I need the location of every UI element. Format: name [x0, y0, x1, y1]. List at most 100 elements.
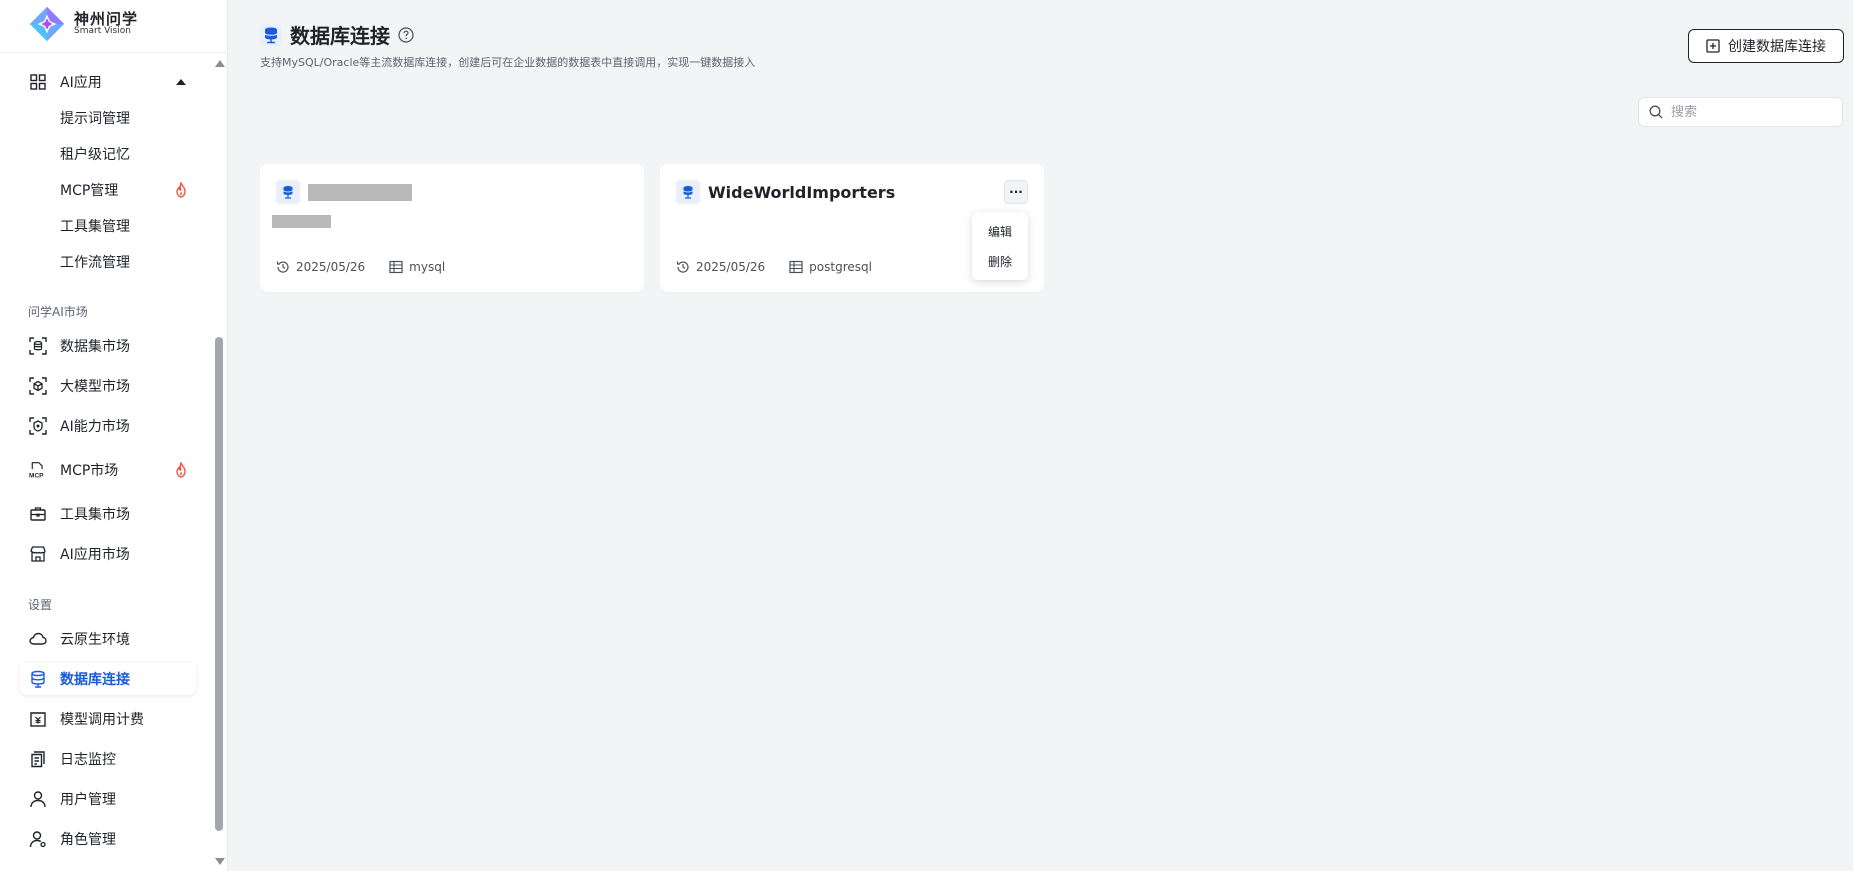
- search-box[interactable]: [1638, 97, 1843, 127]
- sidebar-subitem-memory[interactable]: 租户级记忆: [20, 138, 196, 170]
- card-date: 2025/05/26: [276, 260, 365, 274]
- sidebar-item-ai-app-market[interactable]: AI应用市场: [20, 538, 196, 570]
- sidebar-item-label: 日志监控: [60, 752, 116, 768]
- database-icon: [28, 669, 48, 689]
- database-icon: [676, 180, 700, 204]
- table-icon: [389, 260, 403, 274]
- mcp-icon: MCP: [28, 460, 48, 480]
- sidebar-item-cloud-env[interactable]: 云原生环境: [20, 623, 196, 655]
- scroll-thumb[interactable]: [215, 337, 223, 831]
- store-icon: [28, 544, 48, 564]
- plus-square-icon: [1706, 39, 1720, 53]
- billing-icon: [28, 709, 48, 729]
- sidebar-item-log-monitor[interactable]: 日志监控: [20, 743, 196, 775]
- brand-name-cn: 神州问学: [74, 9, 139, 28]
- sidebar-item-label: AI应用: [60, 75, 102, 91]
- sidebar-item-ai-ability-market[interactable]: AI能力市场: [20, 410, 196, 442]
- sidebar-item-ai-app[interactable]: AI应用: [20, 66, 196, 98]
- card-options-menu: 编辑 删除: [972, 212, 1028, 280]
- create-button-label: 创建数据库连接: [1728, 39, 1826, 55]
- dataset-icon: [28, 336, 48, 356]
- brand[interactable]: 神州问学 Smart Vision: [28, 4, 138, 44]
- sidebar-item-label: 模型调用计费: [60, 712, 144, 728]
- card-name: WideWorldImporters: [708, 182, 896, 202]
- sidebar-item-toolset-market[interactable]: 工具集市场: [20, 498, 196, 530]
- history-clock-icon: [676, 261, 689, 273]
- ellipsis-icon: ···: [1009, 185, 1023, 199]
- sidebar-item-dataset-market[interactable]: 数据集市场: [20, 330, 196, 362]
- card-db-type-text: mysql: [409, 260, 446, 274]
- sidebar-item-label: 云原生环境: [60, 632, 130, 648]
- sidebar-item-database-connection[interactable]: 数据库连接: [20, 663, 196, 695]
- fire-icon: [176, 182, 186, 198]
- cloud-icon: [28, 629, 48, 649]
- history-clock-icon: [276, 261, 289, 273]
- sidebar-item-label: AI应用市场: [60, 547, 130, 563]
- search-icon: [1649, 105, 1663, 119]
- sidebar-item-label: MCP管理: [60, 183, 119, 199]
- page-subtitle: 支持MySQL/Oracle等主流数据库连接，创建后可在企业数据的数据表中直接调…: [260, 56, 756, 69]
- card-name-redacted: [308, 183, 412, 201]
- page-title: 数据库连接: [290, 24, 390, 48]
- model-cube-icon: [28, 376, 48, 396]
- card-db-type: mysql: [389, 260, 445, 274]
- sidebar-subitem-workflow[interactable]: 工作流管理: [20, 246, 196, 278]
- brand-logo-icon: [29, 6, 65, 42]
- card-date-text: 2025/05/26: [296, 260, 366, 274]
- sidebar-item-mcp-market[interactable]: MCP MCP市场: [20, 454, 196, 486]
- main-content: 数据库连接 支持MySQL/Oracle等主流数据库连接，创建后可在企业数据的数…: [228, 0, 1853, 871]
- create-database-connection-button[interactable]: 创建数据库连接: [1688, 29, 1844, 63]
- table-icon: [789, 260, 803, 274]
- help-icon[interactable]: [398, 26, 414, 43]
- card-description-redacted: [272, 215, 331, 228]
- menu-item-delete[interactable]: 删除: [972, 246, 1028, 276]
- sidebar-subitem-toolset[interactable]: 工具集管理: [20, 210, 196, 242]
- sidebar-item-label: 大模型市场: [60, 379, 130, 395]
- sidebar-item-model-market[interactable]: 大模型市场: [20, 370, 196, 402]
- menu-item-edit[interactable]: 编辑: [972, 216, 1028, 246]
- sidebar-item-role-management[interactable]: 角色管理: [20, 823, 196, 855]
- card-date-text: 2025/05/26: [696, 260, 766, 274]
- section-label-market: 问学AI市场: [28, 305, 88, 319]
- sidebar-item-label: 数据库连接: [60, 672, 130, 688]
- sidebar-item-label: 角色管理: [60, 832, 116, 848]
- database-icon: [276, 180, 300, 204]
- sidebar-item-label: AI能力市场: [60, 419, 130, 435]
- sidebar-scrollbar[interactable]: [212, 56, 226, 871]
- sidebar-item-billing[interactable]: 模型调用计费: [20, 703, 196, 735]
- scroll-up-arrow-icon[interactable]: [215, 60, 225, 67]
- sidebar-item-label: 提示词管理: [60, 111, 130, 127]
- sidebar-item-label: 工具集管理: [60, 219, 130, 235]
- toolbox-icon: [28, 504, 48, 524]
- database-card[interactable]: 2025/05/26 mysql: [260, 164, 644, 292]
- sidebar-item-label: 工作流管理: [60, 255, 130, 271]
- more-options-button[interactable]: ···: [1004, 180, 1028, 204]
- role-icon: [28, 829, 48, 849]
- log-icon: [28, 749, 48, 769]
- sidebar-item-label: 用户管理: [60, 792, 116, 808]
- page-header: 数据库连接: [260, 20, 414, 49]
- brand-name-en: Smart Vision: [74, 26, 131, 37]
- scroll-down-arrow-icon[interactable]: [215, 858, 225, 865]
- brand-divider: [0, 52, 228, 53]
- sidebar-subitem-mcp[interactable]: MCP管理: [20, 174, 196, 206]
- database-card[interactable]: WideWorldImporters ··· 编辑 删除 2025/05/26 …: [660, 164, 1044, 292]
- caret-up-icon[interactable]: [176, 79, 186, 85]
- sidebar-nav: AI应用 提示词管理 租户级记忆 MCP管理 工具集管理 工作流管理 问学AI市…: [0, 56, 212, 871]
- database-icon: [260, 23, 282, 46]
- ai-ability-icon: [28, 416, 48, 436]
- grid-icon: [28, 72, 48, 92]
- card-db-type: postgresql: [789, 260, 872, 274]
- sidebar-item-label: MCP市场: [60, 463, 119, 479]
- card-db-type-text: postgresql: [809, 260, 872, 274]
- section-label-settings: 设置: [28, 598, 53, 612]
- sidebar-subitem-prompt[interactable]: 提示词管理: [20, 102, 196, 134]
- sidebar: 神州问学 Smart Vision AI应用 提示词管理 租户级记忆 MCP管理…: [0, 0, 228, 871]
- svg-text:MCP: MCP: [29, 472, 44, 479]
- sidebar-item-label: 数据集市场: [60, 339, 130, 355]
- fire-icon: [176, 462, 186, 478]
- sidebar-item-label: 租户级记忆: [60, 147, 130, 163]
- search-input[interactable]: [1671, 104, 1831, 120]
- card-date: 2025/05/26: [676, 260, 765, 274]
- sidebar-item-user-management[interactable]: 用户管理: [20, 783, 196, 815]
